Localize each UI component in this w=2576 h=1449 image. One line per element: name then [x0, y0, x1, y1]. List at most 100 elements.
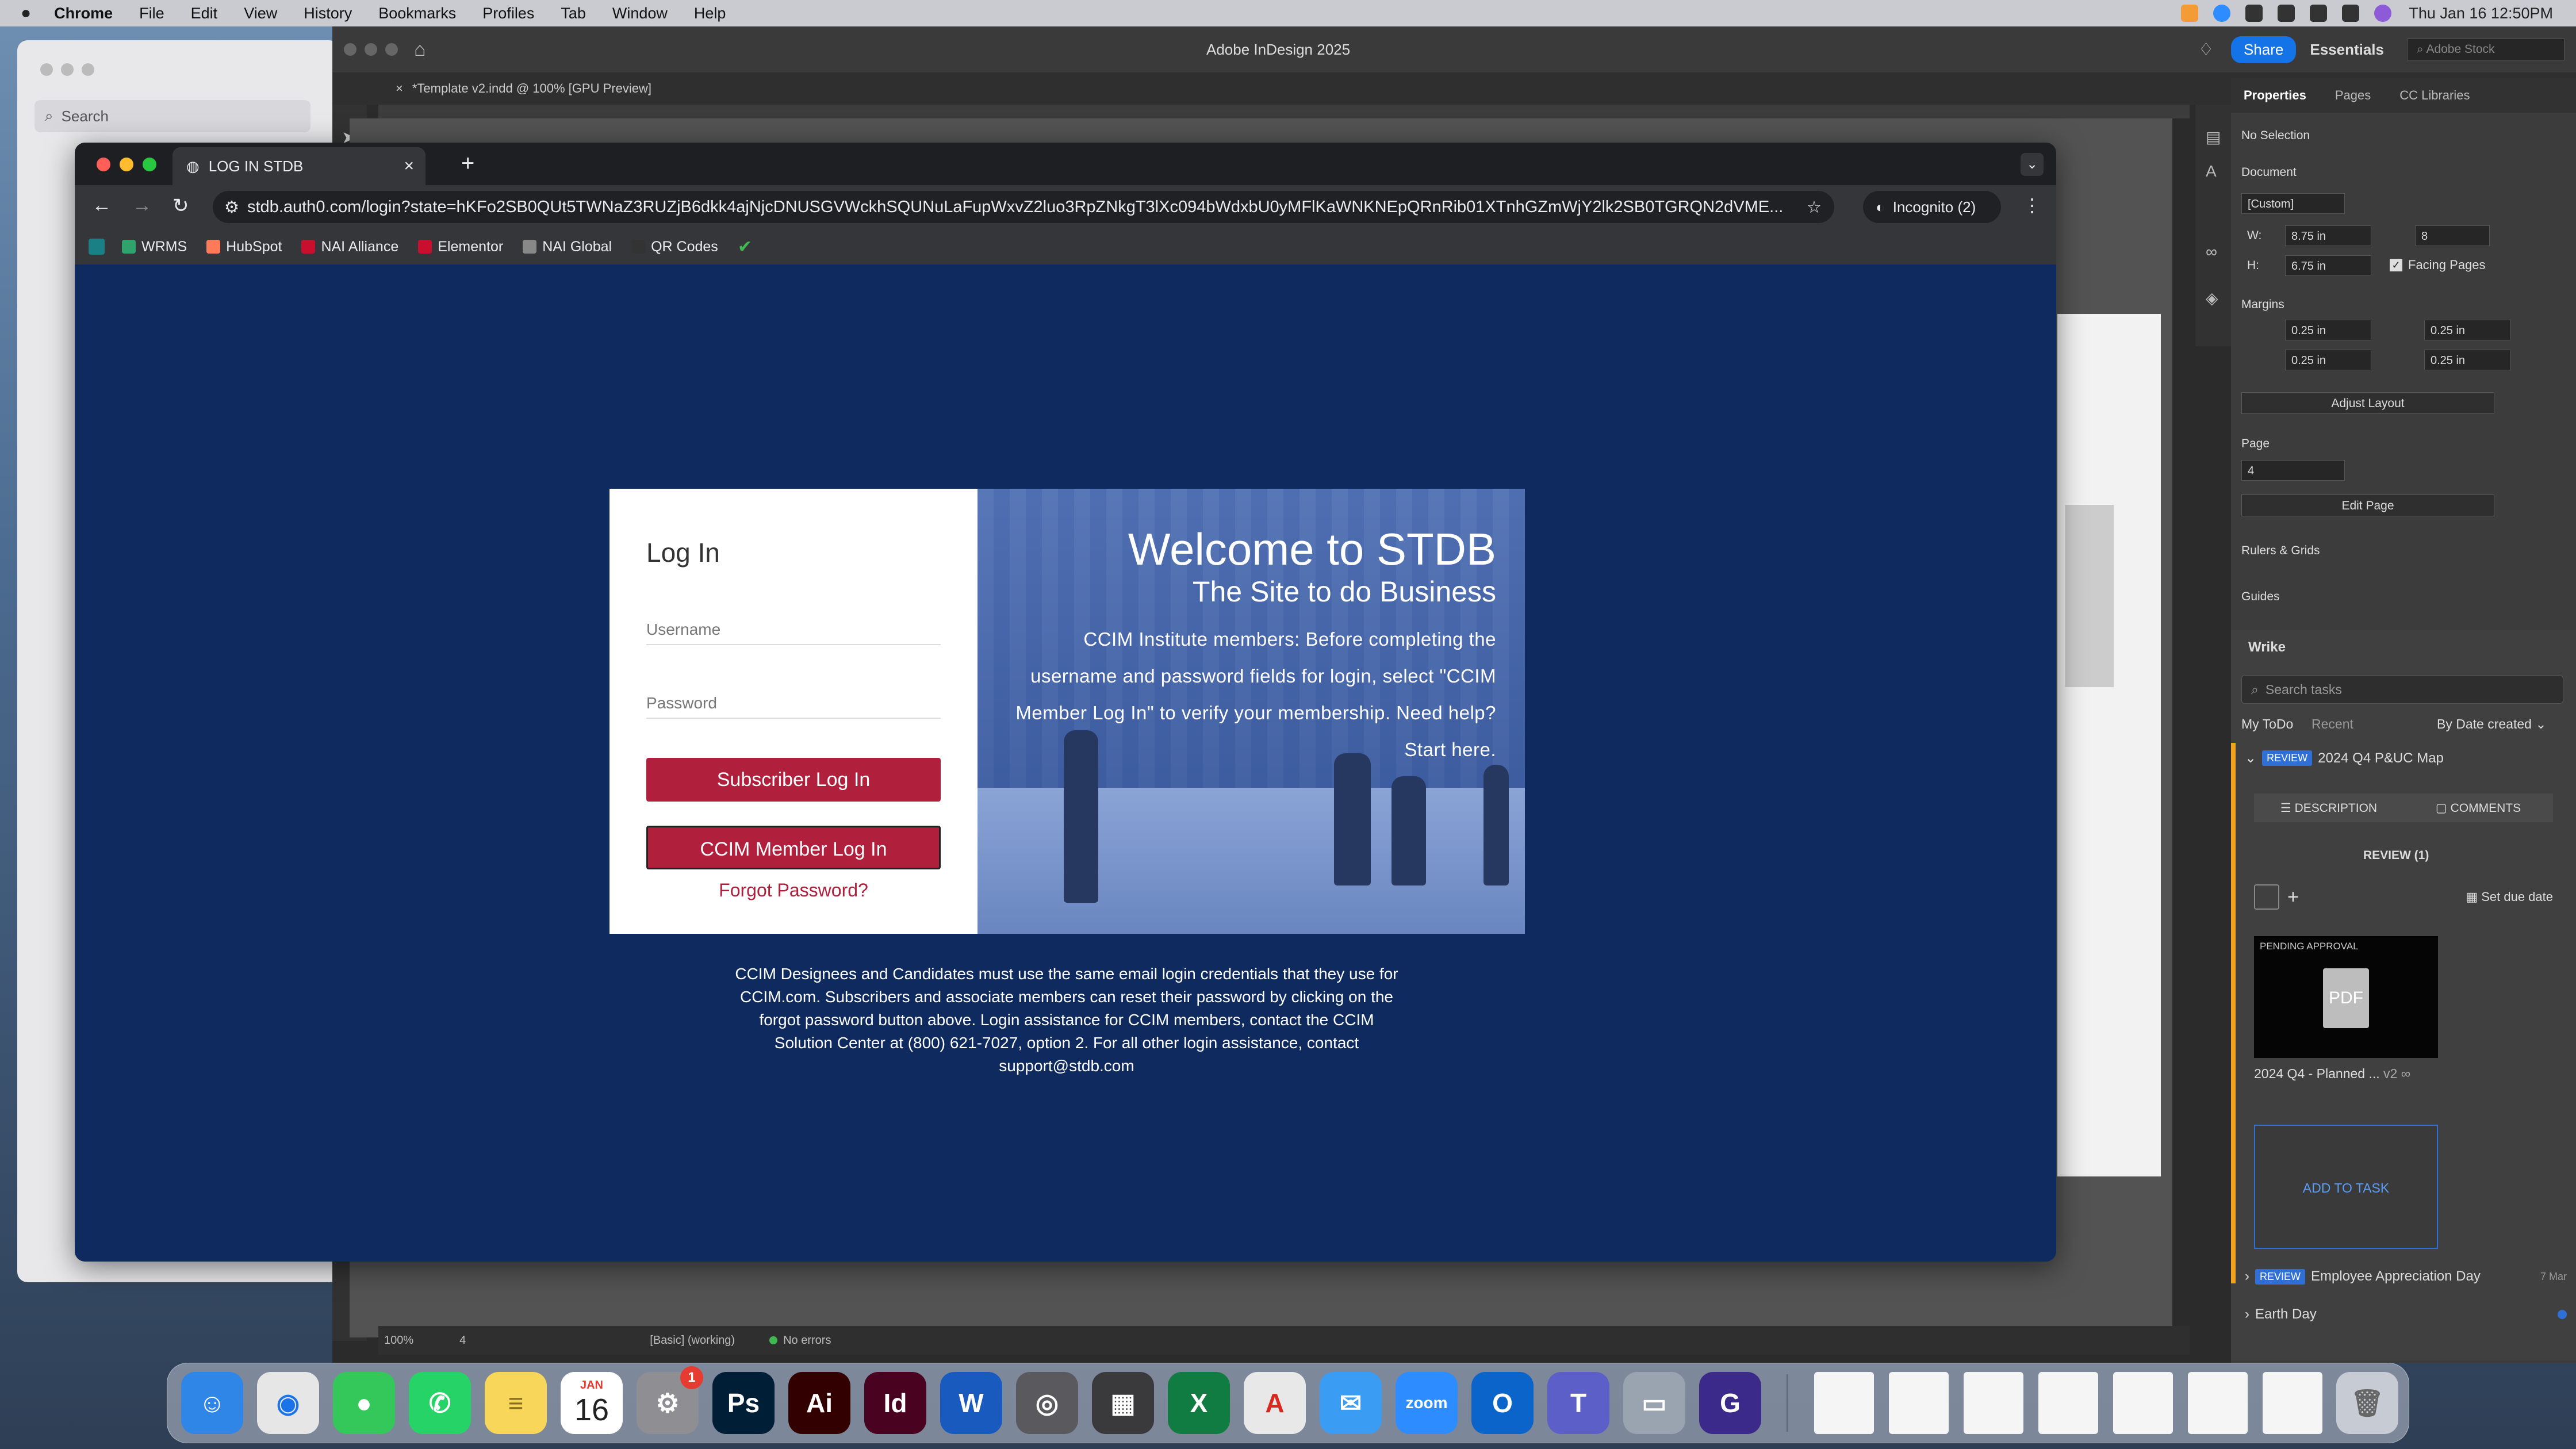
wrike-search[interactable]: ⌕ Search tasks: [2241, 675, 2563, 704]
doc-5-thumbnail-icon[interactable]: [2113, 1372, 2173, 1434]
menu-app-name[interactable]: Chrome: [54, 5, 113, 22]
zoom-level[interactable]: 100%: [384, 1334, 413, 1347]
maximize-dot-icon[interactable]: [385, 43, 398, 56]
checkmark-bookmark-icon[interactable]: ✔: [738, 237, 752, 257]
margin-left-field[interactable]: 0.25 in: [2424, 350, 2510, 370]
attachment-thumbnail[interactable]: PENDING APPROVAL PDF: [2254, 936, 2438, 1058]
messages-icon[interactable]: ●: [333, 1372, 395, 1434]
sort-select[interactable]: By Date created ⌄: [2437, 716, 2547, 732]
close-dot-icon[interactable]: [344, 43, 356, 56]
tab-properties[interactable]: Properties: [2244, 88, 2306, 103]
page-number-field[interactable]: 4: [459, 1334, 466, 1347]
siri-icon[interactable]: [2374, 5, 2391, 22]
whatsapp-icon[interactable]: ✆: [409, 1372, 471, 1434]
address-bar[interactable]: ⚙ stdb.auth0.com/login?state=hKFo2SB0QUt…: [213, 191, 1834, 223]
menu-edit[interactable]: Edit: [191, 5, 218, 22]
workspace-select[interactable]: Essentials: [2310, 41, 2384, 59]
adjust-layout-button[interactable]: Adjust Layout: [2241, 392, 2494, 414]
facing-pages-checkbox[interactable]: ✓ Facing Pages: [2390, 258, 2486, 273]
pages-panel-icon[interactable]: ▤: [2206, 128, 2221, 147]
tab-pages[interactable]: Pages: [2335, 88, 2371, 103]
bookmark-wrms[interactable]: WRMS: [122, 239, 187, 255]
close-dot-icon[interactable]: [40, 63, 53, 76]
doc-4-thumbnail-icon[interactable]: [2038, 1372, 2098, 1434]
menu-profiles[interactable]: Profiles: [482, 5, 534, 22]
comments-tab[interactable]: ▢ COMMENTS: [2404, 801, 2553, 815]
pages-count-field[interactable]: 8: [2415, 225, 2490, 246]
links-panel-icon[interactable]: ∞: [2206, 243, 2217, 261]
site-info-icon[interactable]: ⚙: [224, 197, 239, 217]
chrome-icon[interactable]: ◉: [257, 1372, 319, 1434]
menu-window[interactable]: Window: [612, 5, 668, 22]
bookmark-star-icon[interactable]: ☆: [1807, 197, 1822, 217]
margin-bottom-field[interactable]: 0.25 in: [2285, 350, 2371, 370]
margin-right-field[interactable]: 0.25 in: [2424, 320, 2510, 340]
character-panel-icon[interactable]: A: [2206, 162, 2217, 181]
edit-page-button[interactable]: Edit Page: [2241, 494, 2494, 516]
preflight-status[interactable]: No errors: [783, 1334, 831, 1347]
doc-2-thumbnail-icon[interactable]: [1889, 1372, 1949, 1434]
layers-panel-icon[interactable]: ◈: [2206, 289, 2218, 308]
task-item-q4-map[interactable]: ⌄ REVIEW 2024 Q4 P&UC Map: [2245, 750, 2444, 766]
teams-icon[interactable]: T: [1547, 1372, 1609, 1434]
ccim-member-login-button[interactable]: CCIM Member Log In: [646, 826, 941, 869]
search-status-icon[interactable]: [2245, 5, 2263, 22]
menu-bookmarks[interactable]: Bookmarks: [378, 5, 456, 22]
menu-tab[interactable]: Tab: [561, 5, 586, 22]
finder-icon[interactable]: ☺: [181, 1372, 243, 1434]
adobe-stock-search[interactable]: ⌕ Adobe Stock: [2407, 39, 2564, 60]
menu-help[interactable]: Help: [694, 5, 726, 22]
margin-top-field[interactable]: 0.25 in: [2285, 320, 2371, 340]
tab-search-button[interactable]: ⌄: [2021, 153, 2044, 176]
minimize-dot-icon[interactable]: [365, 43, 377, 56]
checkbox[interactable]: [2254, 884, 2279, 910]
lightbulb-icon[interactable]: ♢: [2198, 40, 2214, 60]
share-button[interactable]: Share: [2231, 36, 2296, 63]
page-select[interactable]: 4: [2241, 460, 2345, 481]
browser-tab[interactable]: ◍ LOG IN STDB ×: [172, 147, 425, 185]
photoshop-icon[interactable]: Ps: [712, 1372, 775, 1434]
description-tab[interactable]: ☰ DESCRIPTION: [2254, 801, 2404, 815]
acrobat-icon[interactable]: A: [1244, 1372, 1306, 1434]
zoom-icon[interactable]: zoom: [1396, 1372, 1458, 1434]
mail-icon[interactable]: ✉: [1320, 1372, 1382, 1434]
sidewin-search[interactable]: ⌕ Search: [34, 100, 310, 132]
document-preset-select[interactable]: [Custom]: [2241, 193, 2345, 214]
screenshot-icon[interactable]: ◎: [1016, 1372, 1078, 1434]
notes-icon[interactable]: ≡: [485, 1372, 547, 1434]
bookmark-hubspot[interactable]: HubSpot: [206, 239, 282, 255]
close-tab-icon[interactable]: ×: [404, 156, 414, 176]
doc-7-thumbnail-icon[interactable]: [2263, 1372, 2322, 1434]
set-due-date-button[interactable]: ▦ Set due date: [2466, 890, 2553, 904]
indesign-icon[interactable]: Id: [864, 1372, 926, 1434]
minimize-dot-icon[interactable]: [61, 63, 74, 76]
bookmark-elementor[interactable]: Elementor: [418, 239, 503, 255]
forward-button[interactable]: →: [132, 194, 152, 217]
battery-icon[interactable]: [2278, 5, 2295, 22]
menu-clock[interactable]: Thu Jan 16 12:50PM: [2409, 5, 2553, 22]
menu-view[interactable]: View: [244, 5, 277, 22]
subscriber-login-button[interactable]: Subscriber Log In: [646, 758, 941, 802]
calendar-icon[interactable]: JAN16: [561, 1372, 623, 1434]
tab-recent[interactable]: Recent: [2312, 716, 2353, 732]
width-field[interactable]: 8.75 in: [2285, 225, 2371, 246]
plus-icon[interactable]: +: [2287, 886, 2299, 908]
apple-icon[interactable]: ●: [21, 3, 31, 23]
username-input[interactable]: Username: [646, 615, 941, 645]
attachment-name[interactable]: 2024 Q4 - Planned ... v2 ∞: [2254, 1066, 2410, 1082]
minimize-dot-icon[interactable]: [120, 158, 133, 171]
height-field[interactable]: 6.75 in: [2285, 255, 2371, 276]
tab-my-todo[interactable]: My ToDo: [2241, 716, 2293, 732]
menu-history[interactable]: History: [304, 5, 352, 22]
bookmark-qr-codes[interactable]: QR Codes: [631, 239, 718, 255]
zoom-status-icon[interactable]: [2213, 5, 2230, 22]
task-item-earth-day[interactable]: › Earth Day: [2245, 1306, 2567, 1322]
incognito-indicator[interactable]: ◐ Incognito (2): [1863, 191, 2001, 223]
close-icon[interactable]: ×: [396, 81, 403, 95]
maximize-dot-icon[interactable]: [82, 63, 94, 76]
control-center-icon[interactable]: [2342, 5, 2359, 22]
reload-button[interactable]: ↻: [172, 194, 189, 217]
outlook-icon[interactable]: O: [1471, 1372, 1534, 1434]
close-dot-icon[interactable]: [97, 158, 110, 171]
excel-icon[interactable]: X: [1168, 1372, 1230, 1434]
